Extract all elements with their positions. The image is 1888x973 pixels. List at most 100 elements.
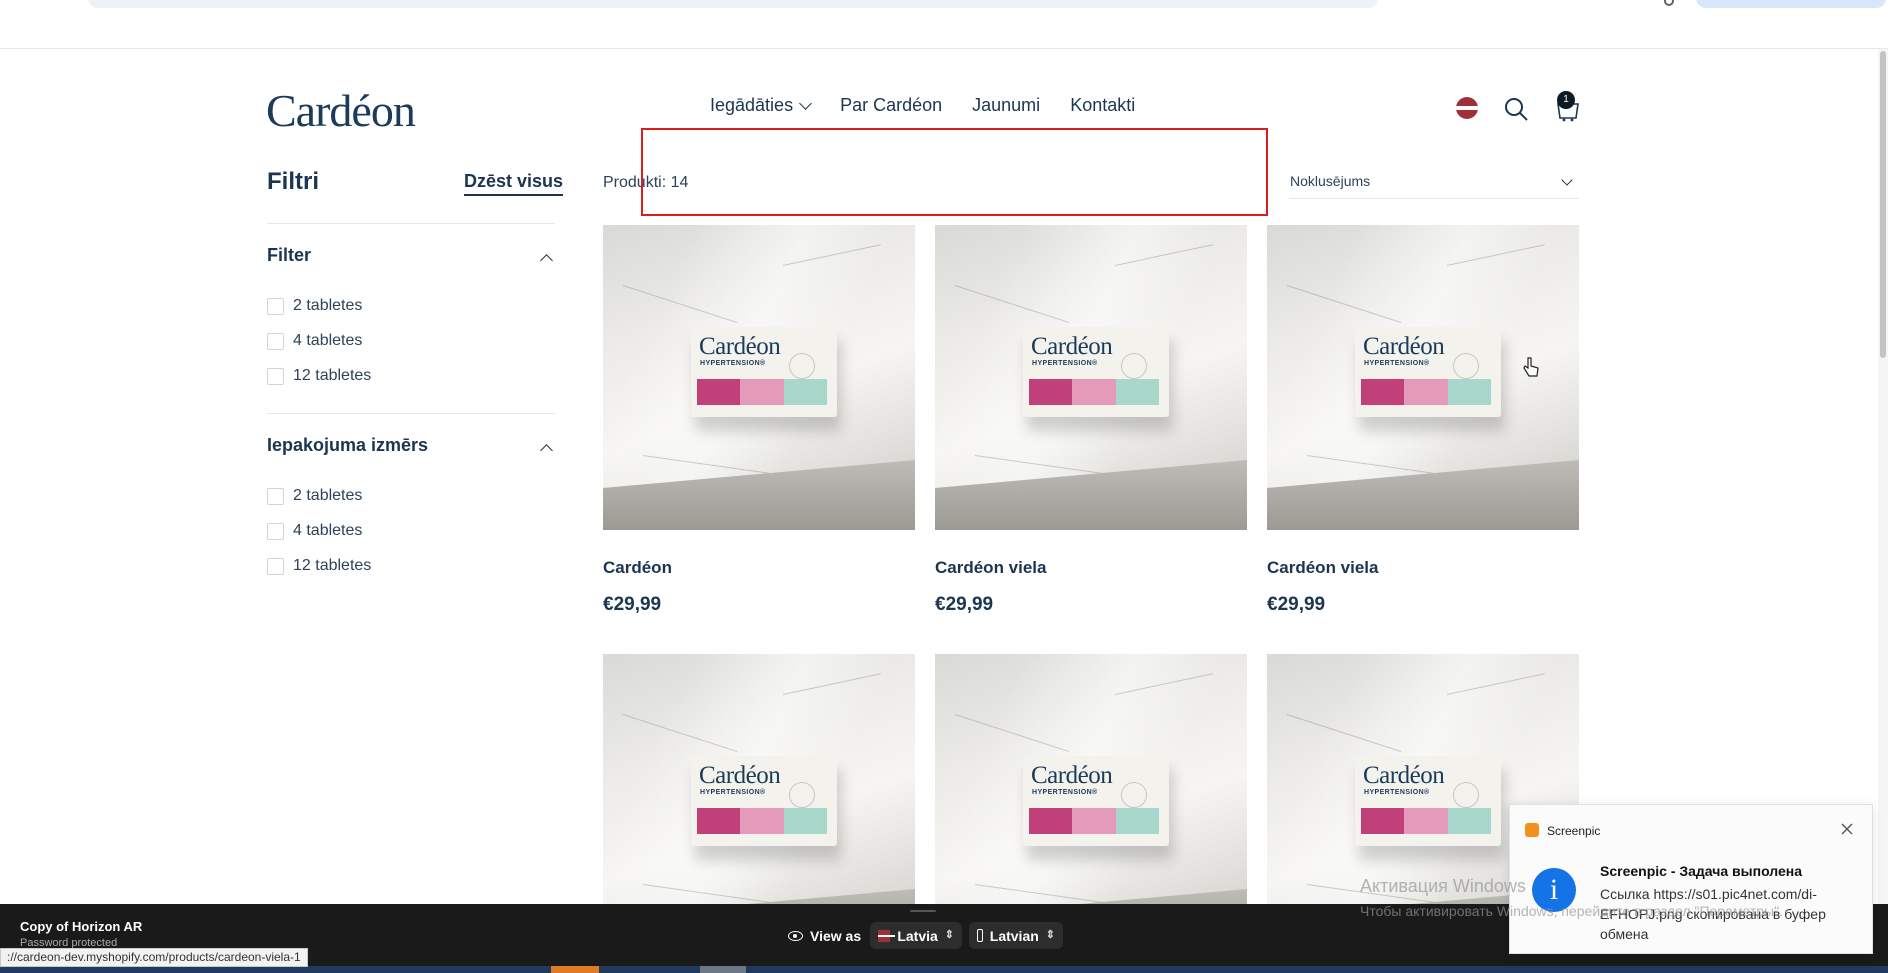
product-title[interactable]: Cardéon viela	[935, 558, 1247, 578]
cart-count-badge: 1	[1557, 91, 1575, 109]
filter-option[interactable]: 4 tabletes	[267, 522, 362, 540]
checkbox[interactable]	[267, 557, 284, 575]
site-logo[interactable]: Cardéon	[266, 84, 416, 137]
language-selector[interactable]: Latvian ⇕	[969, 922, 1063, 949]
chevron-down-icon	[1561, 174, 1573, 186]
filter-option-label: 2 tabletes	[293, 297, 363, 314]
package-brand: Cardéon	[1363, 333, 1445, 360]
scrollbar-thumb[interactable]	[1880, 51, 1886, 358]
product-card[interactable]: Cardéon HYPERTENSION® Cardéon €29,99	[603, 225, 915, 616]
product-package: Cardéon HYPERTENSION®	[691, 756, 837, 846]
checkbox[interactable]	[267, 522, 284, 540]
sort-value: Noklusējums	[1290, 173, 1371, 189]
package-color-bands	[697, 379, 827, 405]
watermark-line: Активация Windows	[1360, 876, 1526, 896]
filter-option[interactable]: 2 tabletes	[267, 487, 362, 505]
product-card[interactable]: Cardéon HYPERTENSION® Cardéon viela €29,99	[1267, 225, 1579, 616]
main-nav: Iegādāties Par Cardéon Jaunumi Kontakti	[710, 95, 1135, 116]
product-card[interactable]: Cardéon HYPERTENSION® Cardéon viela €29,99	[935, 225, 1247, 616]
filter-group-title[interactable]: Filter	[267, 245, 311, 266]
link-status-url: ://cardeon-dev.myshopify.com/products/ca…	[0, 948, 308, 967]
product-image[interactable]: Cardéon HYPERTENSION®	[935, 225, 1247, 530]
search-icon[interactable]	[1503, 96, 1529, 122]
package-color-bands	[1029, 808, 1159, 834]
screenpic-app-icon	[1525, 823, 1539, 837]
package-subtitle: HYPERTENSION®	[700, 789, 766, 796]
package-brand: Cardéon	[699, 762, 781, 789]
checkbox[interactable]	[267, 367, 284, 385]
package-brand: Cardéon	[1031, 762, 1113, 789]
product-price: €29,99	[603, 594, 662, 615]
product-image[interactable]: Cardéon HYPERTENSION®	[603, 225, 915, 530]
product-package: Cardéon HYPERTENSION®	[1023, 327, 1169, 417]
filter-option[interactable]: 12 tabletes	[267, 367, 371, 385]
package-size-group-title[interactable]: Iepakojuma izmērs	[267, 435, 428, 456]
checkbox[interactable]	[267, 332, 284, 350]
country-selector[interactable]: Latvia ⇕	[870, 922, 962, 949]
package-subtitle: HYPERTENSION®	[1364, 789, 1430, 796]
red-highlight-annotation	[641, 128, 1268, 216]
divider	[267, 413, 555, 414]
profile-icon[interactable]	[1664, 0, 1674, 6]
taskbar-app[interactable]	[700, 966, 746, 973]
store-name: Copy of Horizon AR	[20, 919, 143, 934]
close-icon[interactable]	[1840, 822, 1854, 836]
checkbox[interactable]	[267, 487, 284, 505]
chevron-up-icon[interactable]	[540, 254, 553, 267]
taskbar-app[interactable]	[551, 966, 599, 973]
country-value: Latvia	[897, 927, 938, 944]
filter-option-label: 4 tabletes	[293, 522, 363, 539]
filter-option[interactable]: 2 tabletes	[267, 297, 362, 315]
chevron-up-icon[interactable]	[540, 444, 553, 457]
divider	[267, 223, 555, 224]
product-package: Cardéon HYPERTENSION®	[1023, 756, 1169, 846]
windows-taskbar	[0, 966, 1888, 973]
product-title[interactable]: Cardéon	[603, 558, 915, 578]
page-scrollbar[interactable]	[1878, 49, 1888, 904]
package-seal-icon	[1121, 782, 1147, 808]
package-color-bands	[697, 808, 827, 834]
package-brand: Cardéon	[699, 333, 781, 360]
nav-item-contacts[interactable]: Kontakti	[1070, 95, 1135, 116]
filter-option[interactable]: 4 tabletes	[267, 332, 362, 350]
package-brand: Cardéon	[1363, 762, 1445, 789]
language-value: Latvian	[989, 927, 1039, 944]
nav-item-label: Jaunumi	[972, 95, 1041, 115]
package-color-bands	[1361, 379, 1491, 405]
product-title[interactable]: Cardéon viela	[1267, 558, 1579, 578]
nav-item-label: Iegādāties	[710, 95, 794, 115]
package-seal-icon	[1453, 782, 1479, 808]
clear-all-filters-link[interactable]: Dzēst visus	[464, 171, 564, 196]
filter-option-label: 12 tabletes	[293, 557, 372, 574]
hand-cursor-icon	[1523, 357, 1539, 377]
nav-item-news[interactable]: Jaunumi	[972, 95, 1040, 116]
filter-option-label: 4 tabletes	[293, 332, 363, 349]
filters-title: Filtri	[267, 168, 319, 195]
sort-select[interactable]: Noklusējums	[1289, 164, 1579, 199]
eye-icon	[788, 931, 803, 941]
nav-item-about[interactable]: Par Cardéon	[840, 95, 942, 116]
product-package: Cardéon HYPERTENSION®	[1355, 327, 1501, 417]
package-subtitle: HYPERTENSION®	[1032, 789, 1098, 796]
package-color-bands	[1361, 808, 1491, 834]
product-price: €29,99	[935, 594, 994, 615]
checkbox[interactable]	[267, 297, 284, 315]
updown-chevron-icon: ⇕	[944, 929, 954, 941]
view-as-text: View as	[810, 928, 862, 944]
nav-item-label: Par Cardéon	[840, 95, 943, 115]
filter-option-label: 2 tabletes	[293, 487, 363, 504]
nav-item-shop[interactable]: Iegādāties	[710, 95, 812, 116]
nav-item-label: Kontakti	[1070, 95, 1136, 115]
drag-handle[interactable]	[910, 910, 936, 912]
filter-option-label: 12 tabletes	[293, 367, 372, 384]
package-seal-icon	[1121, 353, 1147, 379]
notification-app-name: Screenpic	[1547, 824, 1601, 838]
package-brand: Cardéon	[1031, 333, 1113, 360]
address-bar[interactable]	[88, 0, 1378, 8]
updown-chevron-icon: ⇕	[1045, 929, 1055, 941]
filter-option[interactable]: 12 tabletes	[267, 557, 371, 575]
product-package: Cardéon HYPERTENSION®	[1355, 756, 1501, 846]
browser-action-button[interactable]	[1696, 0, 1886, 8]
latvia-flag-icon[interactable]	[1456, 97, 1478, 119]
package-seal-icon	[789, 782, 815, 808]
